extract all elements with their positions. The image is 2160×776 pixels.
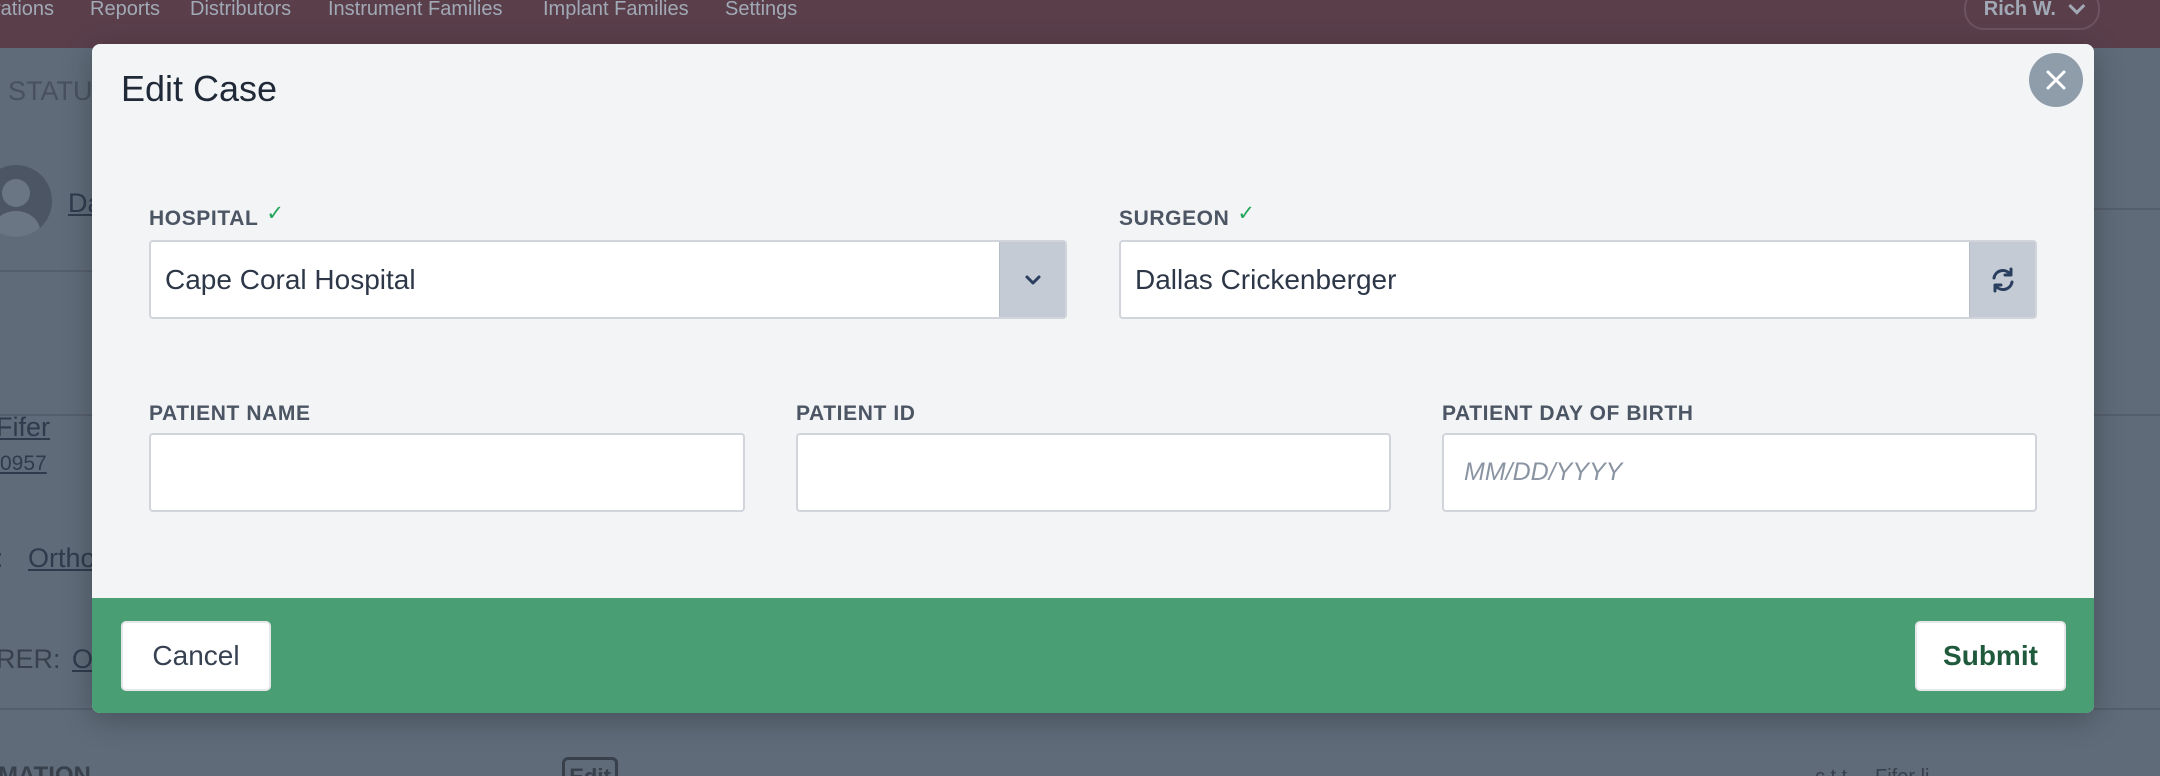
hospital-select[interactable]: Cape Coral Hospital (149, 240, 1067, 319)
patient-id-label: PATIENT ID (796, 402, 916, 426)
edit-case-modal: Edit Case HOSPITAL ✓ Cape Coral Hospital… (92, 44, 2094, 713)
nav-item-distributors[interactable]: Distributors (190, 0, 291, 21)
patient-name-input[interactable] (149, 433, 745, 512)
nav-item-implant-families[interactable]: Implant Families (543, 0, 689, 21)
divider (0, 270, 100, 272)
section-heading: MATION (0, 762, 91, 776)
status-label: STATU (8, 76, 93, 106)
patient-id-input[interactable] (796, 433, 1391, 512)
specialty-link[interactable]: Ortho (28, 543, 96, 574)
hospital-label-text: HOSPITAL (149, 207, 259, 230)
patient-dob-label-text: PATIENT DAY OF BIRTH (1442, 402, 1694, 425)
divider (2094, 708, 2160, 710)
edit-button[interactable]: Edit (562, 757, 618, 776)
patient-dob-input[interactable]: MM/DD/YYYY (1442, 433, 2037, 512)
specialty-prefix: : (0, 543, 4, 574)
surgeon-field[interactable]: Dallas Crickenberger (1119, 240, 2037, 319)
patient-link[interactable]: Fifer (0, 412, 50, 443)
hospital-value: Cape Coral Hospital (165, 263, 416, 295)
patient-name-label: PATIENT NAME (149, 402, 311, 426)
modal-footer: Cancel Submit (92, 598, 2094, 713)
chevron-down-icon (2068, 0, 2086, 15)
nav-item-operations[interactable]: rations (0, 0, 54, 21)
nav-item-reports[interactable]: Reports (90, 0, 160, 21)
hospital-dropdown-button[interactable] (999, 242, 1065, 317)
nav-item-settings[interactable]: Settings (725, 0, 797, 21)
divider (0, 708, 92, 710)
patient-name-label-text: PATIENT NAME (149, 402, 311, 425)
patient-id-link[interactable]: 0957 (0, 452, 47, 476)
divider (2090, 208, 2160, 210)
modal-title: Edit Case (121, 68, 278, 109)
divider (2094, 414, 2160, 416)
user-name: Rich W. (1983, 0, 2056, 20)
cancel-button[interactable]: Cancel (121, 621, 271, 691)
surgeon-label: SURGEON ✓ (1119, 202, 1256, 231)
background-snippet: c t t ... Fifer li (1815, 766, 1929, 776)
close-icon (2046, 70, 2066, 90)
surgeon-value: Dallas Crickenberger (1135, 263, 1397, 295)
top-navigation: rations Reports Distributors Instrument … (0, 0, 2160, 48)
patient-dob-label: PATIENT DAY OF BIRTH (1442, 402, 1694, 426)
patient-id-label-text: PATIENT ID (796, 402, 916, 425)
surgeon-valid-check: ✓ (1237, 202, 1256, 225)
hospital-label: HOSPITAL ✓ (149, 202, 285, 231)
chevron-down-icon (1025, 275, 1040, 284)
surgeon-label-text: SURGEON (1119, 207, 1230, 230)
patient-dob-placeholder: MM/DD/YYYY (1464, 458, 1623, 486)
surgeon-refresh-button[interactable] (1969, 242, 2035, 317)
rer-label: RER: (0, 644, 61, 674)
nav-item-instrument-families[interactable]: Instrument Families (328, 0, 503, 21)
user-menu[interactable]: Rich W. (1963, 0, 2100, 30)
hospital-valid-check: ✓ (266, 202, 285, 225)
close-button[interactable] (2029, 53, 2083, 107)
submit-button[interactable]: Submit (1915, 621, 2066, 691)
rer-link[interactable]: O (72, 644, 93, 675)
refresh-icon (1992, 267, 2013, 292)
